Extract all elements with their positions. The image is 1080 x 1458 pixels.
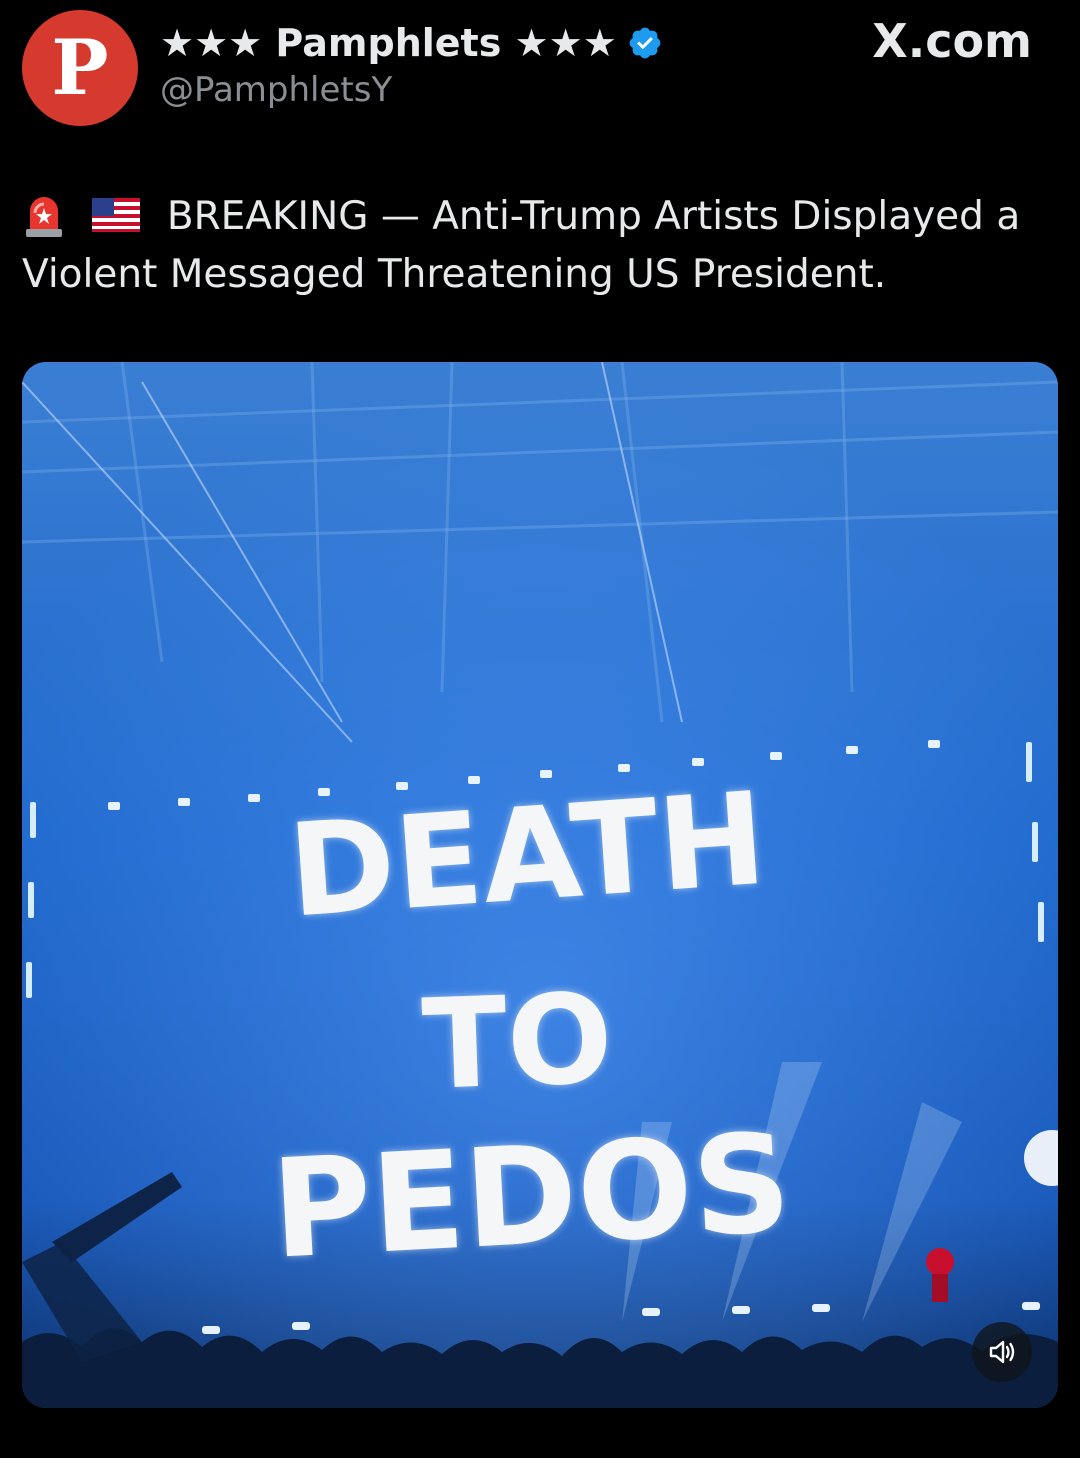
screen-text-line-2: TO (420, 967, 615, 1118)
video-player[interactable]: DEATH TO PEDOS (22, 362, 1058, 1408)
speaker-icon (989, 1340, 1015, 1364)
verified-badge-icon (629, 27, 661, 59)
us-flag-icon (92, 197, 141, 232)
screen-text-line-3: PEDOS (268, 1104, 795, 1290)
name-row: ★★★ Pamphlets ★★★ (160, 18, 663, 68)
tweet-text: BREAKING — Anti-Trump Artists Displayed … (22, 188, 1058, 304)
post-header: P ★★★ Pamphlets ★★★ @PamphletsY X.com (0, 0, 1080, 140)
x-brand-label: X.com (872, 14, 1032, 68)
mute-button[interactable] (972, 1322, 1032, 1382)
tweet-body: BREAKING — Anti-Trump Artists Displayed … (22, 194, 1021, 297)
siren-icon (26, 196, 62, 237)
user-handle[interactable]: @PamphletsY (160, 70, 392, 110)
avatar[interactable]: P (22, 10, 138, 126)
display-name[interactable]: ★★★ Pamphlets ★★★ (160, 21, 617, 65)
